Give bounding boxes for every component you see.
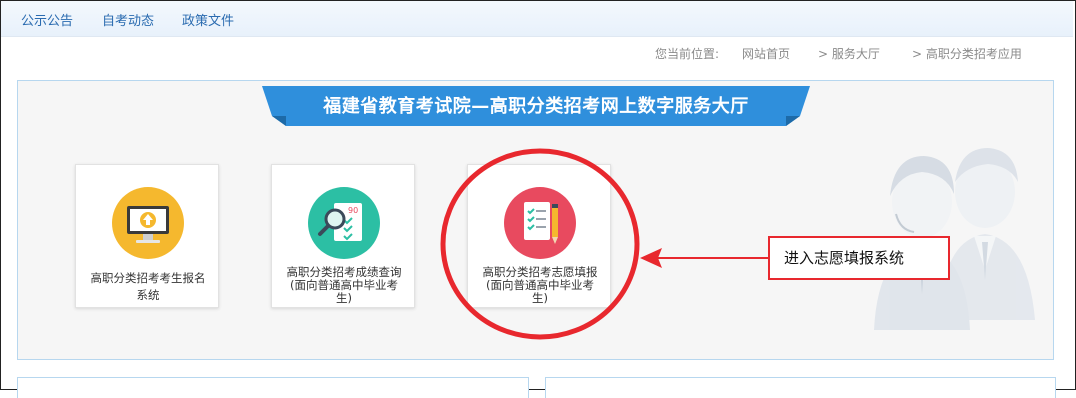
breadcrumb-service-hall-link[interactable]: > 服务大厅 <box>818 45 880 62</box>
card-label-line: 高职分类招考考生报名 <box>90 271 206 285</box>
breadcrumb-current: > 高职分类招考应用 <box>912 47 1022 61</box>
card-registration-system[interactable]: 高职分类招考考生报名 系统 <box>75 164 219 308</box>
nav-link-exam-news[interactable]: 自考动态 <box>102 10 154 29</box>
card-score-inquiry[interactable]: 90 高职分类招考成绩查询 (面向普通高中毕业考 生) <box>271 164 415 308</box>
nav-link-announcements[interactable]: 公示公告 <box>21 10 73 29</box>
monitor-upload-icon <box>112 187 184 259</box>
top-nav: 公示公告 自考动态 政策文件 <box>1 1 1073 37</box>
breadcrumb-prefix: 您当前位置: <box>655 47 720 61</box>
support-staff-illustration <box>874 148 1035 330</box>
breadcrumb-home-link[interactable]: 网站首页 <box>742 45 790 62</box>
nav-link-policy-files[interactable]: 政策文件 <box>182 10 234 29</box>
svg-text:90: 90 <box>348 206 358 215</box>
banner-title: 福建省教育考试院—高职分类招考网上数字服务大厅 <box>323 96 749 117</box>
card-label: 高职分类招考考生报名 系统 <box>80 272 216 302</box>
bottom-panel-right <box>545 377 1056 398</box>
annotation-overlay <box>440 148 768 340</box>
card-label-line: 系统 <box>136 288 160 302</box>
bottom-panel-left <box>17 377 529 398</box>
card-label: 高职分类招考成绩查询 (面向普通高中毕业考 生) <box>276 266 412 305</box>
annotation-highlight-circle <box>440 148 640 340</box>
score-search-icon: 90 <box>308 187 380 259</box>
card-label-line: 生) <box>336 291 352 305</box>
annotation-callout: 进入志愿填报系统 <box>768 236 950 280</box>
